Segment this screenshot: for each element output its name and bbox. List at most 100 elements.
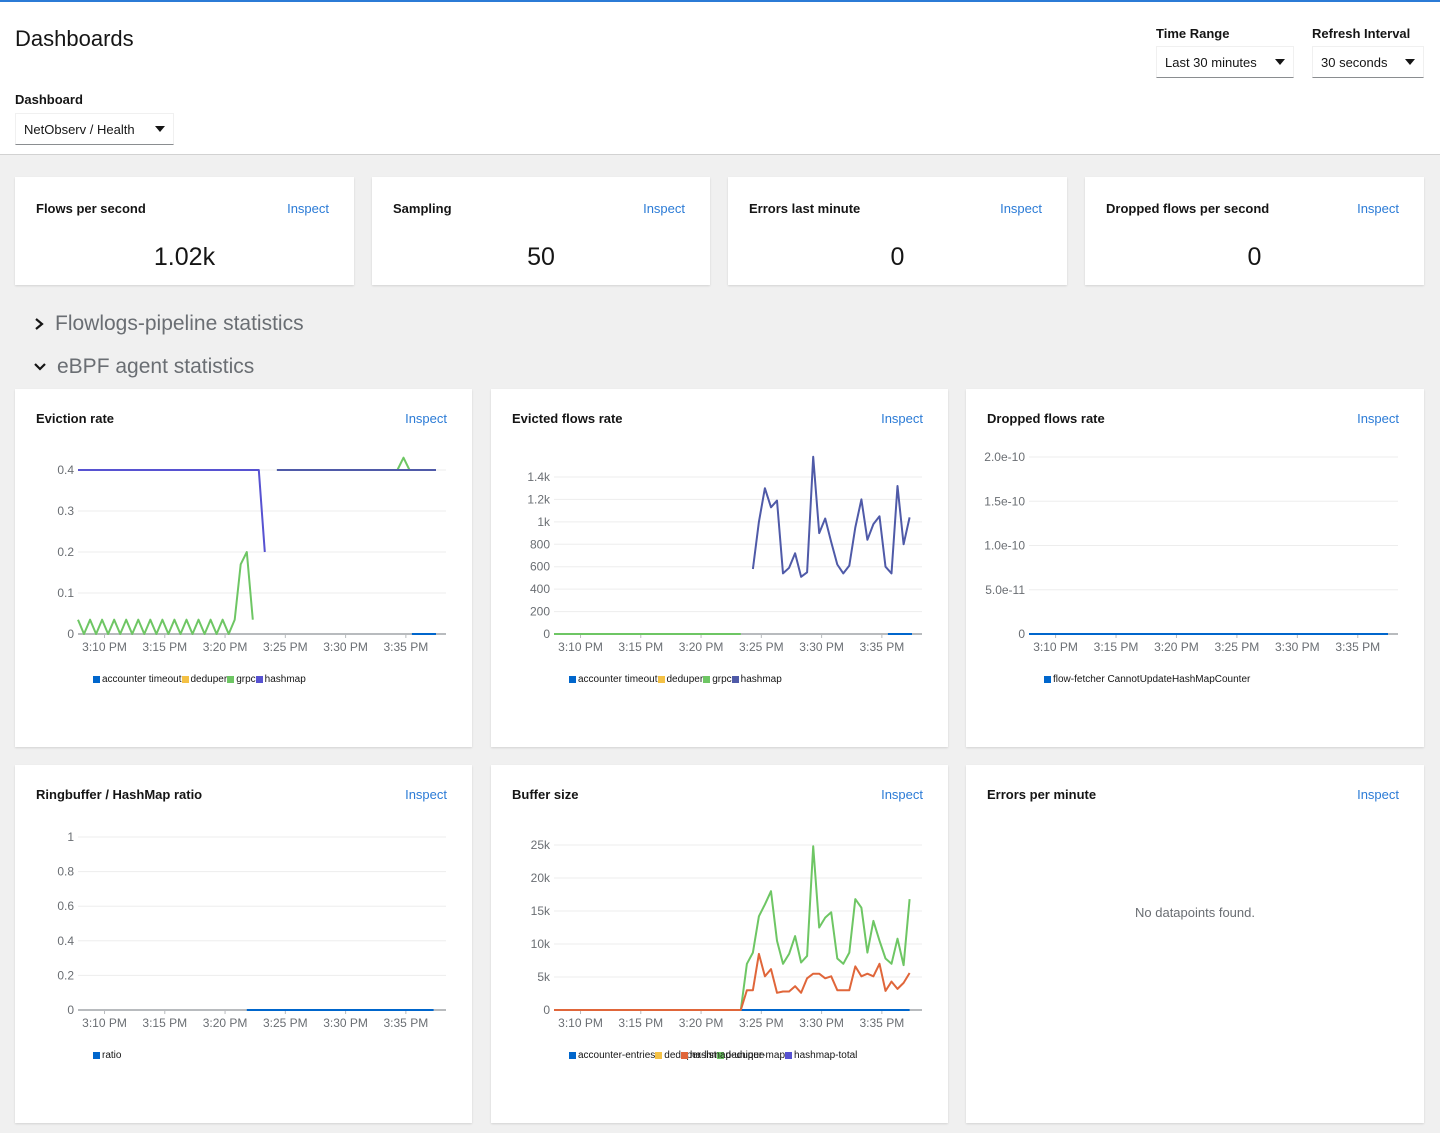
refresh-interval-select[interactable]: 30 seconds xyxy=(1312,46,1424,78)
legend-label: hashmap xyxy=(740,673,782,685)
inspect-link[interactable]: Inspect xyxy=(643,201,685,216)
legend-item[interactable]: grpc xyxy=(227,672,256,686)
caret-down-icon xyxy=(155,126,165,132)
inspect-link[interactable]: Inspect xyxy=(405,411,447,426)
dashboard-label: Dashboard xyxy=(15,92,83,107)
inspect-link[interactable]: Inspect xyxy=(1357,201,1399,216)
inspect-link[interactable]: Inspect xyxy=(287,201,329,216)
line-chart: 0 5k 10k 15k 20k 25k 3:10 PM 3:15 PM 3:20 PM 3:25… xyxy=(531,838,922,1030)
x-tick-label: 3:10 PM xyxy=(558,640,603,654)
caret-down-icon xyxy=(1275,59,1285,65)
legend-swatch-icon xyxy=(93,675,100,683)
x-tick-label: 3:20 PM xyxy=(203,1016,248,1030)
chart-card-buffer-size: Buffer size Inspect 0 5k 10k 15k 20k 25k 3:10 PM… xyxy=(491,765,948,1123)
stat-value: 50 xyxy=(527,243,555,271)
y-tick-label: 25k xyxy=(531,838,551,852)
x-tick-label: 3:25 PM xyxy=(263,640,308,654)
refresh-interval-value: 30 seconds xyxy=(1321,54,1388,70)
chart-card-ringbuffer-ratio: Ringbuffer / HashMap ratio Inspect 0 0.2 0.4… xyxy=(15,765,472,1123)
legend-swatch-icon xyxy=(785,1051,793,1059)
y-tick-label: 0 xyxy=(543,627,550,641)
legend-item[interactable]: ratio xyxy=(93,1048,121,1062)
chart-card-eviction-rate: Eviction rate Inspect 0 0.1 0.2 0.3 0.4 3:10 PM… xyxy=(15,389,472,747)
stat-title: Errors last minute xyxy=(749,201,861,216)
y-tick-label: 0 xyxy=(543,1003,550,1017)
legend-item[interactable]: flow-fetcher CannotUpdateHashMapCounter xyxy=(1044,672,1250,686)
chart-title: Errors per minute xyxy=(987,787,1097,802)
dashboard-select[interactable]: NetObserv / Health xyxy=(15,113,174,145)
legend-item[interactable]: grpc xyxy=(703,672,732,686)
x-tick-label: 3:30 PM xyxy=(1275,640,1320,654)
inspect-link[interactable]: Inspect xyxy=(881,787,923,802)
legend-swatch-icon xyxy=(255,675,263,683)
legend-swatch-icon xyxy=(655,1051,663,1059)
legend-item[interactable]: hashmap xyxy=(731,672,782,686)
x-tick-label: 3:20 PM xyxy=(679,1016,724,1030)
legend-item[interactable]: hashmap xyxy=(255,672,306,686)
y-tick-label: 600 xyxy=(530,560,550,574)
y-tick-label: 800 xyxy=(530,537,550,551)
legend-item[interactable]: hashmap-total xyxy=(785,1048,857,1062)
y-tick-label: 1 xyxy=(67,830,74,844)
y-tick-label: 0.2 xyxy=(57,545,74,559)
inspect-link[interactable]: Inspect xyxy=(881,411,923,426)
time-range-select[interactable]: Last 30 minutes xyxy=(1156,46,1294,78)
y-tick-label: 0.3 xyxy=(57,504,74,518)
section-toggle-flowlogs[interactable]: Flowlogs-pipeline statistics xyxy=(33,312,304,336)
legend-label: hashmap-unique xyxy=(690,1049,765,1061)
y-tick-label: 200 xyxy=(530,605,550,619)
legend-swatch-icon xyxy=(93,1051,100,1059)
x-tick-label: 3:10 PM xyxy=(558,1016,603,1030)
x-tick-label: 3:10 PM xyxy=(82,1016,127,1030)
x-tick-label: 3:30 PM xyxy=(799,640,844,654)
inspect-link[interactable]: Inspect xyxy=(1357,411,1399,426)
y-tick-label: 0.4 xyxy=(57,934,74,948)
section-title: Flowlogs-pipeline statistics xyxy=(55,312,304,335)
inspect-link[interactable]: Inspect xyxy=(1000,201,1042,216)
chart-title: Eviction rate xyxy=(36,411,115,426)
legend-swatch-icon xyxy=(569,1051,576,1059)
y-tick-label: 0 xyxy=(1018,627,1025,641)
legend-label: deduper xyxy=(190,673,228,685)
section-title: eBPF agent statistics xyxy=(57,355,255,378)
legend-item[interactable]: hashmap-unique xyxy=(681,1048,765,1062)
y-tick-label: 20k xyxy=(531,871,551,885)
x-tick-label: 3:35 PM xyxy=(860,640,905,654)
y-tick-label: 5.0e-11 xyxy=(985,583,1025,597)
y-tick-label: 1k xyxy=(537,515,551,529)
y-tick-label: 2.0e-10 xyxy=(984,450,1025,464)
x-tick-label: 3:15 PM xyxy=(142,1016,187,1030)
chart-card-errors-per-minute: Errors per minute Inspect No datapoints fo… xyxy=(966,765,1424,1123)
line-chart: 0 0.1 0.2 0.3 0.4 3:10 PM 3:15 PM 3:20 PM 3:25 P… xyxy=(57,456,446,654)
legend-item[interactable]: accounter timeout xyxy=(569,672,658,686)
inspect-link[interactable]: Inspect xyxy=(405,787,447,802)
legend-swatch-icon xyxy=(657,675,665,683)
section-toggle-ebpf[interactable]: eBPF agent statistics xyxy=(33,355,254,379)
inspect-link[interactable]: Inspect xyxy=(1357,787,1399,802)
legend-label: accounter timeout xyxy=(102,673,182,685)
legend-item[interactable]: deduper xyxy=(657,672,703,686)
chevron-down-icon xyxy=(34,363,46,371)
legend-item[interactable]: deduper xyxy=(181,672,228,686)
legend-swatch-icon xyxy=(703,675,711,683)
legend-label: grpc xyxy=(236,673,256,685)
chart-card-dropped-flows-rate: Dropped flows rate Inspect 0 5.0e-11 1.0e-10… xyxy=(966,389,1424,747)
y-tick-label: 1.4k xyxy=(527,470,551,484)
chart-title: Buffer size xyxy=(512,787,579,802)
stat-value: 0 xyxy=(1247,243,1262,271)
stat-card-dropped-flows: Dropped flows per second Inspect 0 xyxy=(1085,177,1424,285)
y-tick-label: 1.0e-10 xyxy=(984,539,1025,553)
x-tick-label: 3:10 PM xyxy=(1033,640,1078,654)
x-tick-label: 3:25 PM xyxy=(739,640,784,654)
no-datapoints-message: No datapoints found. xyxy=(1135,905,1255,920)
legend-swatch-icon xyxy=(569,675,576,683)
x-tick-label: 3:35 PM xyxy=(384,640,429,654)
x-tick-label: 3:20 PM xyxy=(1154,640,1199,654)
page-title: Dashboards xyxy=(15,26,134,51)
legend-label: flow-fetcher CannotUpdateHashMapCounter xyxy=(1053,673,1251,685)
x-tick-label: 3:30 PM xyxy=(323,1016,368,1030)
legend-item[interactable]: accounter timeout xyxy=(93,672,182,686)
y-tick-label: 0.4 xyxy=(57,463,74,477)
legend-item[interactable]: accounter-entries xyxy=(569,1048,655,1062)
y-tick-label: 0.6 xyxy=(57,899,74,913)
